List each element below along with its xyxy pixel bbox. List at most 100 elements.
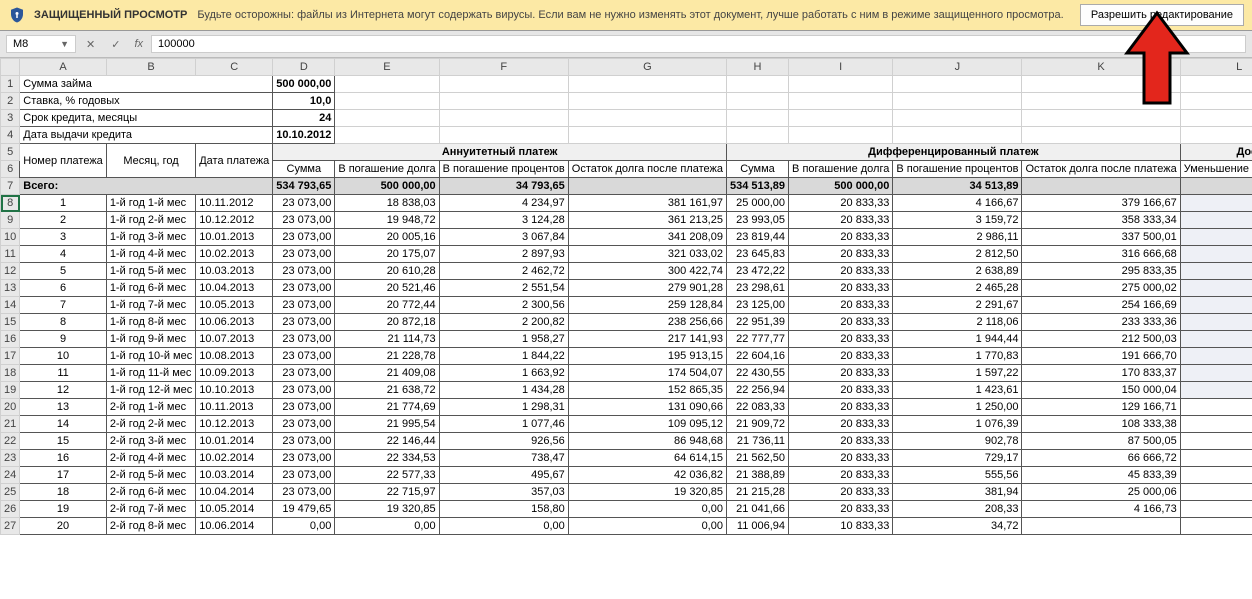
cell[interactable] (1022, 110, 1180, 127)
row-header[interactable]: 19 (1, 382, 20, 399)
loan-date-value[interactable]: 10.10.2012 (273, 127, 335, 144)
row-header[interactable]: 26 (1, 501, 20, 518)
cell[interactable]: 0,00 (568, 518, 726, 535)
cell-date[interactable]: 10.01.2013 (196, 229, 273, 246)
cell[interactable] (1180, 280, 1252, 297)
cell[interactable]: 23 125,00 (726, 297, 788, 314)
row-header[interactable]: 25 (1, 484, 20, 501)
cell[interactable]: 259 128,84 (568, 297, 726, 314)
cell-date[interactable]: 10.11.2013 (196, 399, 273, 416)
cell[interactable] (439, 110, 568, 127)
cell[interactable] (726, 93, 788, 110)
cell[interactable]: 34,72 (893, 518, 1022, 535)
cell[interactable]: 22 430,55 (726, 365, 788, 382)
cell[interactable] (439, 76, 568, 93)
col-header-C[interactable]: C (196, 59, 273, 76)
cell-month[interactable]: 1-й год 6-й мес (106, 280, 195, 297)
loan-date-label[interactable]: Дата выдачи кредита (20, 127, 273, 144)
cell[interactable] (789, 76, 893, 93)
cell[interactable]: 2 291,67 (893, 297, 1022, 314)
cell[interactable]: 19 320,85 (568, 484, 726, 501)
cell[interactable]: 21 774,69 (335, 399, 439, 416)
cell[interactable] (1022, 178, 1180, 195)
cell[interactable]: 22 146,44 (335, 433, 439, 450)
cell[interactable] (1180, 229, 1252, 246)
cell[interactable]: 23 073,00 (273, 399, 335, 416)
cell[interactable]: 358 333,34 (1022, 212, 1180, 229)
col-header-E[interactable]: E (335, 59, 439, 76)
col-header-D[interactable]: D (273, 59, 335, 76)
cell[interactable]: 34 513,89 (893, 178, 1022, 195)
cell-month[interactable]: 2-й год 4-й мес (106, 450, 195, 467)
loan-term-value[interactable]: 24 (273, 110, 335, 127)
row-header[interactable]: 13 (1, 280, 20, 297)
spreadsheet-grid[interactable]: ABCDEFGHIJKLMNOP 1Сумма займа500 000,002… (0, 58, 1252, 598)
cell[interactable] (1022, 93, 1180, 110)
cell-month[interactable]: 1-й год 7-й мес (106, 297, 195, 314)
cell[interactable]: 23 645,83 (726, 246, 788, 263)
col-header-L[interactable]: L (1180, 59, 1252, 76)
cell[interactable]: 1 958,27 (439, 331, 568, 348)
cell[interactable]: 20 833,33 (789, 416, 893, 433)
cell[interactable]: 42 036,82 (568, 467, 726, 484)
row-header[interactable]: 12 (1, 263, 20, 280)
cell[interactable]: 87 500,05 (1022, 433, 1180, 450)
cell[interactable] (1180, 246, 1252, 263)
cell[interactable]: 45 833,39 (1022, 467, 1180, 484)
cell[interactable]: 500 000,00 (789, 178, 893, 195)
cell[interactable]: 2 897,93 (439, 246, 568, 263)
cell[interactable]: 18 838,03 (335, 195, 439, 212)
cell[interactable]: 3 067,84 (439, 229, 568, 246)
cell[interactable]: 729,17 (893, 450, 1022, 467)
cell-num[interactable]: 5 (20, 263, 107, 280)
col-header-G[interactable]: G (568, 59, 726, 76)
cell[interactable]: 500 000,00 (335, 178, 439, 195)
cell[interactable] (1180, 178, 1252, 195)
cell-num[interactable]: 14 (20, 416, 107, 433)
loan-sum-value[interactable]: 500 000,00 (273, 76, 335, 93)
cell-num[interactable]: 16 (20, 450, 107, 467)
cell-num[interactable]: 18 (20, 484, 107, 501)
row-header[interactable]: 24 (1, 467, 20, 484)
cell[interactable] (1022, 76, 1180, 93)
cell[interactable]: 20 833,33 (789, 399, 893, 416)
cell[interactable]: 357,03 (439, 484, 568, 501)
cell[interactable]: 217 141,93 (568, 331, 726, 348)
cell-num[interactable]: 2 (20, 212, 107, 229)
cell[interactable]: 1 434,28 (439, 382, 568, 399)
cell[interactable]: 170 833,37 (1022, 365, 1180, 382)
cell[interactable]: 23 073,00 (273, 229, 335, 246)
cell[interactable]: 361 213,25 (568, 212, 726, 229)
cell-date[interactable]: 10.04.2014 (196, 484, 273, 501)
cell[interactable] (568, 178, 726, 195)
hdr-diff-sum[interactable]: Сумма (726, 161, 788, 178)
cell[interactable]: 152 865,35 (568, 382, 726, 399)
cell[interactable]: 19 320,85 (335, 501, 439, 518)
cell[interactable]: 295 833,35 (1022, 263, 1180, 280)
cell[interactable]: 23 073,00 (273, 212, 335, 229)
cell[interactable]: 1 298,31 (439, 399, 568, 416)
cell-date[interactable]: 10.01.2014 (196, 433, 273, 450)
cell-date[interactable]: 10.06.2014 (196, 518, 273, 535)
cell[interactable]: 21 388,89 (726, 467, 788, 484)
cell[interactable]: 20 772,44 (335, 297, 439, 314)
formula-input[interactable]: 100000 (151, 35, 1246, 53)
cell[interactable]: 191 666,70 (1022, 348, 1180, 365)
cell[interactable] (439, 127, 568, 144)
cell-month[interactable]: 2-й год 6-й мес (106, 484, 195, 501)
hdr-ann-int[interactable]: В погашение процентов (439, 161, 568, 178)
cell[interactable]: 20 833,33 (789, 246, 893, 263)
hdr-diff-int[interactable]: В погашение процентов (893, 161, 1022, 178)
cell[interactable]: 23 073,00 (273, 331, 335, 348)
fx-icon[interactable]: fx (130, 38, 147, 50)
cell[interactable] (1180, 501, 1252, 518)
cell-num[interactable]: 4 (20, 246, 107, 263)
cell-month[interactable]: 1-й год 5-й мес (106, 263, 195, 280)
cell[interactable]: 150 000,04 (1022, 382, 1180, 399)
cell[interactable]: 20 833,33 (789, 501, 893, 518)
cell[interactable] (439, 93, 568, 110)
cell[interactable]: 21 114,73 (335, 331, 439, 348)
cell[interactable] (1180, 484, 1252, 501)
cell[interactable]: 158,80 (439, 501, 568, 518)
cell[interactable]: 381 161,97 (568, 195, 726, 212)
